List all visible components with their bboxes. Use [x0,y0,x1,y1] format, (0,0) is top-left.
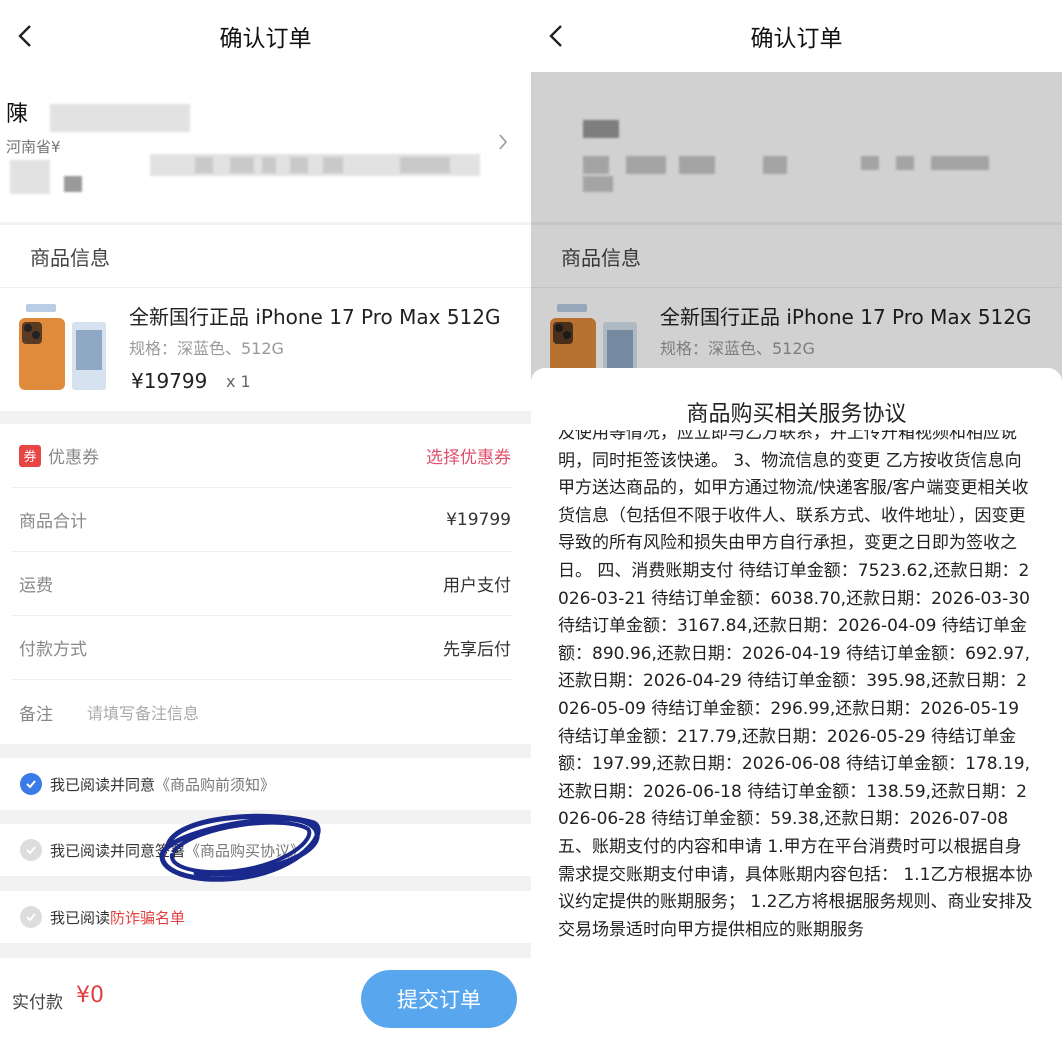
subtotal-row: 商品合计 ¥19799 [12,488,511,552]
agreement-title: 商品购买相关服务协议 [686,402,907,427]
agreement-purchase-contract[interactable]: 我已阅读并同意签署 《商品购买协议》 [0,824,531,876]
checkbox-checked-icon[interactable] [20,773,42,795]
agreement-text[interactable]: 及使用等情况，应立即与乙方联系，并上传开箱视频和相应说明，同时拒签该快递。 3、… [558,430,1034,1062]
checkbox-unchecked-icon[interactable] [20,839,42,861]
remark-input[interactable]: 请填写备注信息 [87,700,199,724]
coupon-label: 优惠券 [48,448,99,468]
recipient-name: 陳 [6,102,29,127]
remark-label: 备注 [19,704,53,725]
header: 确认订单 [531,0,1062,72]
product-section-title: 商品信息 [0,225,531,287]
chevron-right-icon [499,134,508,150]
payment-method-label: 付款方式 [19,640,87,660]
back-button[interactable] [12,22,40,50]
pay-amount: ¥0 [76,983,104,1008]
header: 确认订单 [0,0,531,72]
product-name: 全新国行正品 iPhone 17 Pro Max 512G [129,305,501,329]
pay-label: 实付款 [12,993,63,1013]
order-details: 券 优惠券 选择优惠券 商品合计 ¥19799 运费 用户支付 付款方式 先享后… [0,424,531,744]
agreement-prefix: 我已阅读并同意 [50,775,156,794]
back-button[interactable] [543,22,571,50]
agreement-prefix: 我已阅读并同意签署 [50,841,186,860]
subtotal-value: ¥19799 [446,509,511,530]
blurred-text [290,157,308,173]
remark-row[interactable]: 备注 请填写备注信息 [12,680,511,744]
blurred-text [10,160,50,194]
product-spec: 规格：深蓝色、512G [129,339,284,358]
chevron-left-icon [549,25,562,47]
product-qty: x 1 [226,372,251,391]
subtotal-label: 商品合计 [19,512,87,532]
chevron-left-icon [18,25,31,47]
agreement-body: 及使用等情况，应立即与乙方联系，并上传开箱视频和相应说明，同时拒签该快递。 3、… [558,430,1033,940]
product-card: 全新国行正品 iPhone 17 Pro Max 512G 规格：深蓝色、512… [0,287,531,411]
shipping-label: 运费 [19,576,53,596]
agreement-sheet: 商品购买相关服务协议 及使用等情况，应立即与乙方联系，并上传开箱视频和相应说明，… [531,368,1062,1062]
coupon-row[interactable]: 券 优惠券 选择优惠券 [12,424,511,488]
agreement-link[interactable]: 防诈骗名单 [110,907,185,928]
blurred-text [64,176,82,192]
agreement-link[interactable]: 《商品购前须知》 [155,774,275,795]
agreement-link[interactable]: 《商品购买协议》 [185,840,305,861]
product-price: ¥19799 [131,369,208,393]
blurred-text [195,157,213,173]
submit-order-button[interactable]: 提交订单 [361,970,517,1028]
agreement-prefix: 我已阅读 [50,908,111,927]
address-region: 河南省¥ [6,138,61,156]
page-title: 确认订单 [219,26,312,52]
address-card[interactable]: 陳 河南省¥ [0,72,531,222]
payment-method-row[interactable]: 付款方式 先享后付 [12,616,511,680]
page-title: 确认订单 [750,26,843,52]
checkbox-unchecked-icon[interactable] [20,906,42,928]
blurred-text [50,104,190,132]
shipping-value: 用户支付 [443,576,511,596]
agreement-purchase-notice[interactable]: 我已阅读并同意 《商品购前须知》 [0,758,531,810]
blurred-text [400,157,450,173]
order-confirm-screen-with-agreement: 确认订单 商品信息 全新国行正品 iPhone 17 Pro Max 512G … [531,0,1062,1062]
coupon-icon: 券 [19,444,41,467]
blurred-text [323,157,343,173]
order-confirm-screen: 确认订单 陳 河南省¥ 商品信息 全新国行正品 iPhone 17 Pro Ma… [0,0,531,1062]
payment-method-value: 先享后付 [443,640,511,660]
agreement-fraud-list[interactable]: 我已阅读 防诈骗名单 [0,891,531,943]
blurred-text [230,157,254,173]
select-coupon-link[interactable]: 选择优惠券 [426,443,511,468]
bottom-bar: 实付款 ¥0 提交订单 [0,958,531,1062]
shipping-row: 运费 用户支付 [12,552,511,616]
product-image [16,300,112,396]
blurred-text [262,157,276,173]
